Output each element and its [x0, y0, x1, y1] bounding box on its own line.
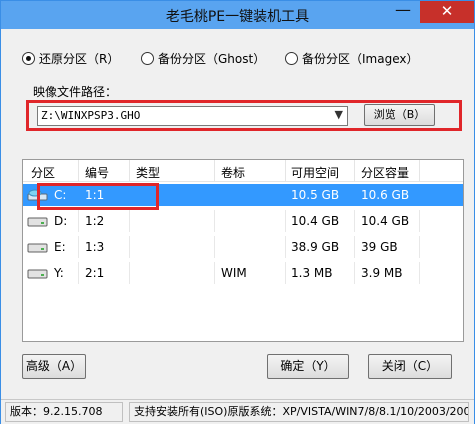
radio-indicator[interactable]	[285, 51, 298, 65]
hard-drive-icon	[27, 269, 48, 279]
radio-backup-ghost[interactable]: 备份分区（Ghost）	[141, 50, 265, 66]
column-divider	[78, 160, 79, 182]
version-text: 版本：9.2.15.708	[5, 402, 123, 422]
close-window-button[interactable]: ✕	[420, 1, 474, 23]
radio-label: 还原分区（R）	[39, 51, 120, 66]
cell-free: 1.3 MB	[291, 266, 333, 280]
minimize-button[interactable]: —	[387, 1, 419, 23]
image-path-combobox[interactable]: Z:\WINXPSP3.GHO ▼	[37, 106, 348, 126]
cell-id: 1:3	[85, 240, 105, 254]
table-row[interactable]: D: 1:2 10.4 GB 10.4 GB	[23, 210, 463, 232]
cell-divider	[214, 262, 215, 284]
cell-drive: Y:	[54, 266, 64, 280]
cell-divider	[419, 236, 420, 258]
cell-divider	[285, 262, 286, 284]
cell-divider	[285, 236, 286, 258]
radio-label: 备份分区（Imagex）	[302, 51, 419, 66]
cell-divider	[419, 262, 420, 284]
cell-divider	[78, 236, 79, 258]
cell-capacity: 10.4 GB	[361, 214, 410, 228]
browse-button[interactable]: 浏览（B）	[364, 104, 435, 126]
title-bar[interactable]: 老毛桃PE一键装机工具 — ✕	[1, 1, 474, 29]
column-divider	[419, 160, 420, 182]
column-header-partition[interactable]: 分区	[31, 164, 55, 181]
cell-free: 10.5 GB	[291, 188, 340, 202]
column-divider	[354, 160, 355, 182]
cell-divider	[78, 210, 79, 232]
cell-divider	[78, 262, 79, 284]
cell-divider	[129, 210, 130, 232]
cell-id: 2:1	[85, 266, 105, 280]
radio-restore-partition[interactable]: 还原分区（R）	[22, 50, 119, 66]
radio-backup-imagex[interactable]: 备份分区（Imagex）	[285, 50, 418, 66]
table-row[interactable]: E: 1:3 38.9 GB 39 GB	[23, 236, 463, 258]
chevron-down-icon[interactable]: ▼	[335, 108, 343, 121]
cell-divider	[354, 262, 355, 284]
table-header: 分区 编号 类型 卷标 可用空间 分区容量	[23, 160, 463, 182]
cell-divider	[129, 262, 130, 284]
cell-free: 38.9 GB	[291, 240, 340, 254]
column-divider	[214, 160, 215, 182]
radio-indicator[interactable]	[141, 51, 154, 65]
hard-drive-icon	[27, 243, 48, 253]
hard-drive-icon	[27, 217, 48, 227]
cell-capacity: 10.6 GB	[361, 188, 410, 202]
cell-label: WIM	[221, 266, 247, 280]
cell-free: 10.4 GB	[291, 214, 340, 228]
installer-window: 老毛桃PE一键装机工具 — ✕ 还原分区（R） 备份分区（Ghost） 备份分区…	[0, 0, 475, 424]
cell-capacity: 3.9 MB	[361, 266, 403, 280]
row-highlight-frame	[37, 183, 159, 210]
status-bar: 版本：9.2.15.708 支持安装所有(ISO)原版系统：XP/VISTA/W…	[1, 399, 474, 424]
close-button[interactable]: 关闭（C）	[368, 354, 452, 379]
cell-divider	[214, 210, 215, 232]
radio-label: 备份分区（Ghost）	[158, 51, 266, 66]
cell-id: 1:2	[85, 214, 105, 228]
cell-drive: D:	[54, 214, 68, 228]
ok-button[interactable]: 确定（Y）	[267, 354, 349, 379]
cell-divider	[354, 210, 355, 232]
column-divider	[285, 160, 286, 182]
advanced-button[interactable]: 高级（A）	[22, 354, 86, 379]
column-header-capacity[interactable]: 分区容量	[361, 164, 409, 181]
image-path-label: 映像文件路径：	[33, 85, 118, 99]
cell-divider	[214, 236, 215, 258]
column-divider	[129, 160, 130, 182]
support-text: 支持安装所有(ISO)原版系统：XP/VISTA/WIN7/8/8.1/10/2…	[129, 402, 469, 422]
column-header-free[interactable]: 可用空间	[291, 164, 339, 181]
column-header-id[interactable]: 编号	[85, 164, 109, 181]
cell-divider	[419, 210, 420, 232]
column-header-type[interactable]: 类型	[136, 164, 160, 181]
radio-indicator[interactable]	[22, 51, 35, 65]
image-path-value: Z:\WINXPSP3.GHO	[41, 109, 141, 122]
cell-divider	[354, 236, 355, 258]
cell-drive: E:	[54, 240, 66, 254]
cell-capacity: 39 GB	[361, 240, 398, 254]
column-header-label[interactable]: 卷标	[221, 164, 245, 181]
cell-divider	[285, 210, 286, 232]
table-row[interactable]: Y: 2:1 WIM 1.3 MB 3.9 MB	[23, 262, 463, 284]
cell-divider	[129, 236, 130, 258]
